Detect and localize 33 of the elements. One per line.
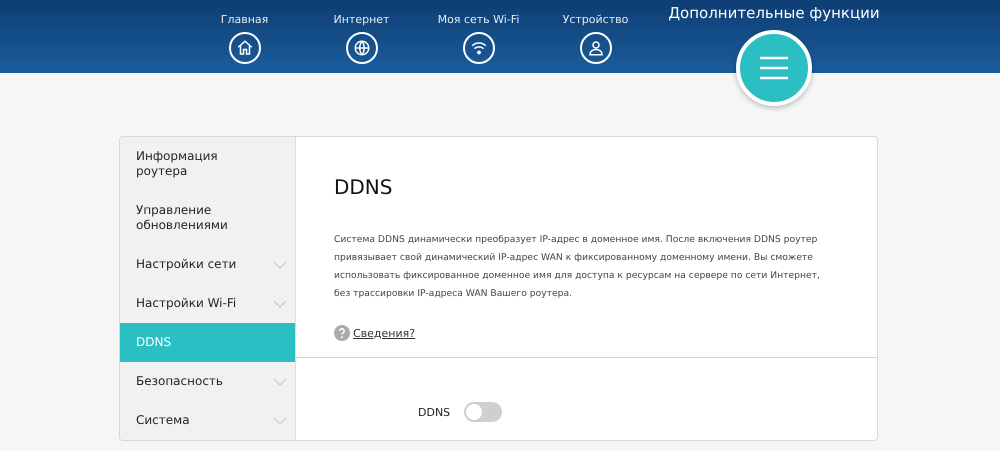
- nav-label: Главная: [220, 13, 268, 26]
- menu-button[interactable]: [736, 30, 812, 106]
- nav-label: Интернет: [334, 13, 390, 26]
- sidebar-label: Настройки сети: [136, 257, 238, 272]
- sidebar-label: Управление обновлениями: [136, 203, 229, 233]
- menu-icon: [758, 55, 790, 81]
- help-link[interactable]: Сведения?: [353, 326, 416, 340]
- globe-icon: [352, 39, 370, 57]
- sidebar-item[interactable]: Настройки Wi-Fi: [120, 284, 295, 323]
- toggle-label: DDNS: [418, 406, 450, 418]
- sidebar-item[interactable]: Информация роутера: [120, 137, 295, 191]
- nav-button[interactable]: [462, 32, 494, 64]
- sidebar-label: Система: [136, 413, 191, 428]
- description-text: Система DDNS динамически преобразует IP-адрес в доменное имя. После включения DDNS роутер привязывает свой динамический IP-адрес WAN к фиксированному доменному имени. Вы сможете использовать фиксированное доменное имя для доступа к ресурсам на сервере по сети Интернет, без трассировки IP-адреса WAN Вашего роутера.: [334, 233, 821, 301]
- nav-button[interactable]: [346, 32, 378, 64]
- nav-button[interactable]: [228, 32, 260, 64]
- nav-label: Дополнительные функции: [668, 4, 880, 22]
- home-icon: [236, 39, 254, 57]
- sidebar-item[interactable]: Настройки сети: [120, 245, 295, 284]
- sidebar-label: Безопасность: [136, 374, 224, 389]
- sidebar-label: Настройки Wi-Fi: [136, 296, 238, 311]
- nav-label: Устройство: [562, 13, 628, 26]
- sidebar-item[interactable]: Управление обновлениями: [120, 191, 295, 245]
- sidebar-label: Информация роутера: [136, 149, 219, 179]
- sidebar-item[interactable]: Система: [120, 401, 295, 440]
- sidebar-label: DDNS: [136, 335, 172, 350]
- ddns-toggle[interactable]: [464, 402, 502, 422]
- page-title: DDNS: [334, 175, 394, 199]
- help-icon: [334, 325, 350, 341]
- sidebar-item[interactable]: Безопасность: [120, 362, 295, 401]
- nav-button[interactable]: [580, 32, 612, 64]
- user-icon: [586, 39, 604, 57]
- nav-label: Моя сеть Wi-Fi: [438, 13, 520, 26]
